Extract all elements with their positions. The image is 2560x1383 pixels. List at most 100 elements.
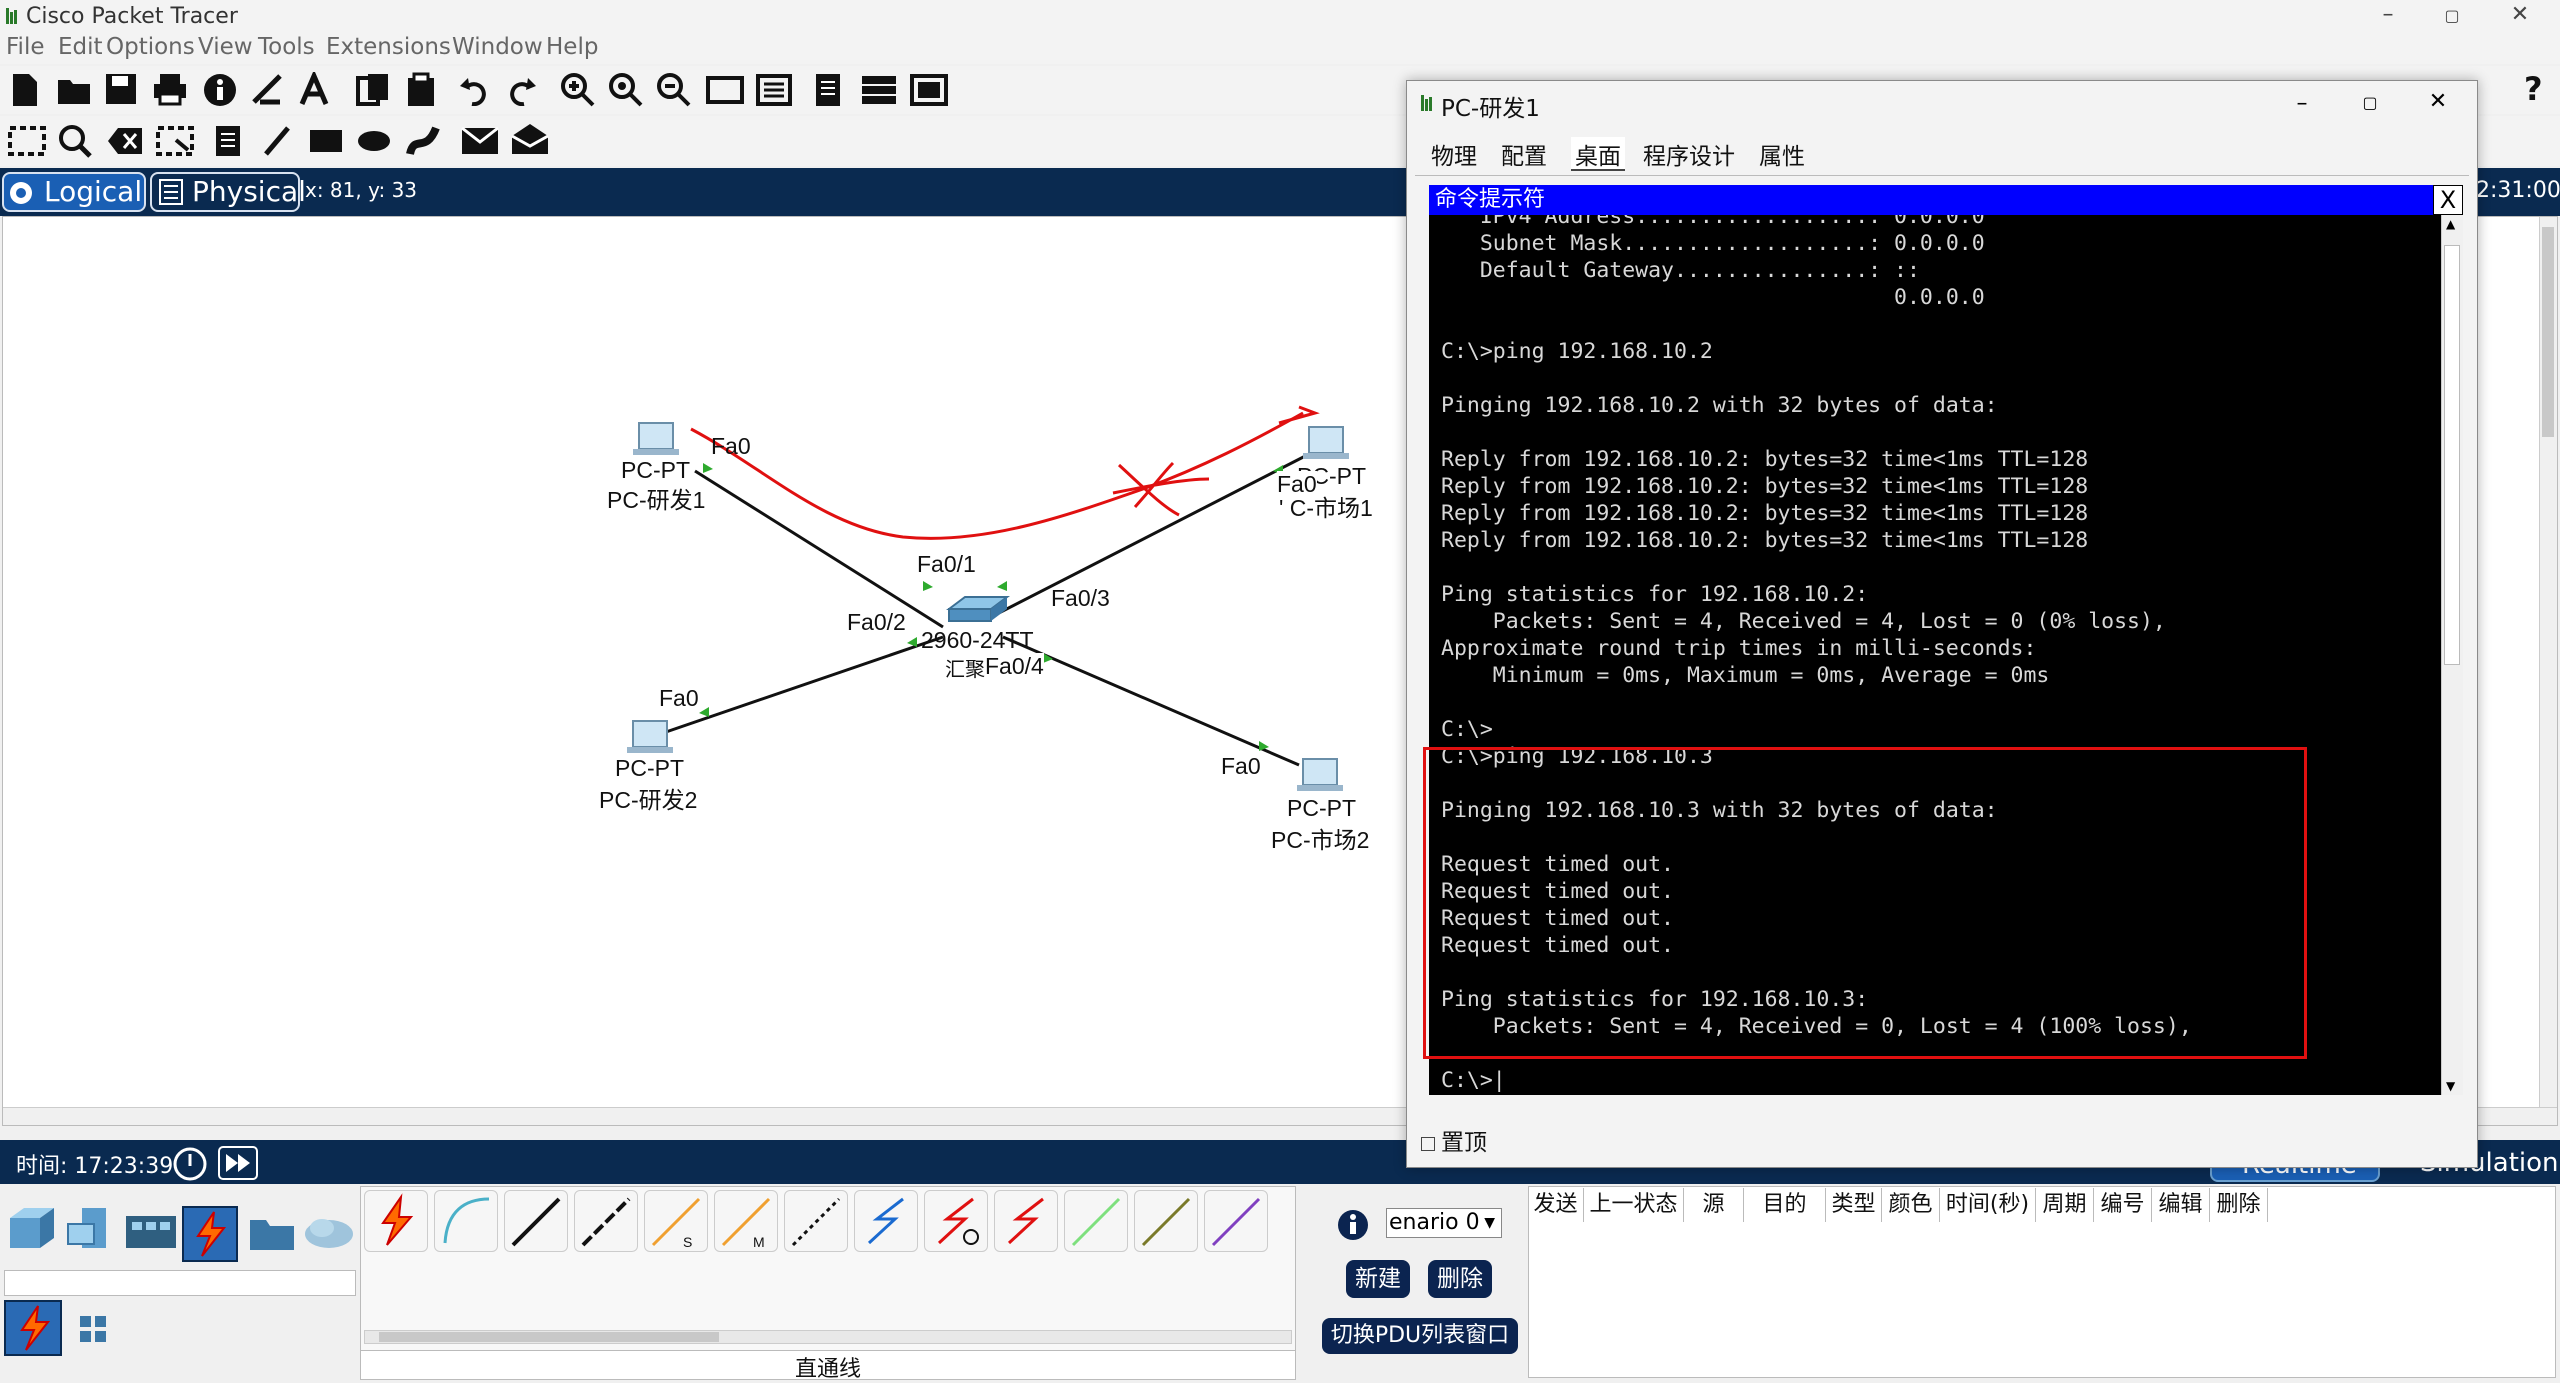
cable-auto[interactable] xyxy=(364,1190,428,1252)
pc-maximize-button[interactable]: ▢ xyxy=(2355,93,2385,112)
always-on-top-checkbox[interactable]: 置顶 xyxy=(1421,1123,1487,1157)
menu-extensions[interactable]: Extensions xyxy=(326,34,451,60)
pdu-col-color: 颜色 xyxy=(1882,1188,1940,1222)
open-folder-icon[interactable] xyxy=(56,74,92,106)
delete-tool-icon[interactable] xyxy=(106,126,144,156)
scroll-down-icon[interactable]: ▼ xyxy=(2446,1079,2455,1093)
cable-coaxial[interactable] xyxy=(854,1190,918,1252)
network-info-icon[interactable] xyxy=(250,72,286,108)
cable-phone[interactable] xyxy=(784,1190,848,1252)
physical-mode-button[interactable]: Physical xyxy=(150,172,306,212)
viewport-icon[interactable] xyxy=(910,74,948,106)
port-label: Fa0/3 xyxy=(1051,585,1110,611)
tab-desktop[interactable]: 桌面 xyxy=(1571,137,1625,171)
cable-scrollbar[interactable] xyxy=(364,1330,1292,1344)
paste-icon[interactable] xyxy=(404,72,438,108)
link-pc2-switch[interactable] xyxy=(662,635,944,735)
info-icon[interactable] xyxy=(202,72,238,108)
pc-icon[interactable] xyxy=(1297,758,1343,791)
pc-icon[interactable] xyxy=(627,720,673,753)
menu-edit[interactable]: Edit xyxy=(58,34,103,60)
redo-icon[interactable] xyxy=(506,74,538,106)
pc-minimize-button[interactable]: – xyxy=(2287,91,2317,116)
cable-serial-dte[interactable] xyxy=(994,1190,1058,1252)
link-switch-pc3[interactable] xyxy=(990,447,1320,619)
custom-device-icon[interactable] xyxy=(756,74,792,106)
complex-pdu-icon[interactable] xyxy=(510,122,550,156)
annotation-highlight-box xyxy=(1423,747,2307,1059)
connections-category[interactable] xyxy=(182,1206,238,1262)
close-button[interactable]: ✕ xyxy=(2500,2,2540,30)
multiuser-icon[interactable] xyxy=(302,1212,356,1252)
cable-straight[interactable] xyxy=(504,1190,568,1252)
new-file-icon[interactable] xyxy=(10,72,40,108)
place-note-icon[interactable] xyxy=(214,124,242,158)
menu-window[interactable]: Window xyxy=(452,34,543,60)
activity-wizard-icon[interactable] xyxy=(298,72,334,108)
tab-physical[interactable]: 物理 xyxy=(1431,137,1477,171)
menu-view[interactable]: View xyxy=(198,34,253,60)
select-tool-icon[interactable] xyxy=(8,126,46,156)
menu-tools[interactable]: Tools xyxy=(258,34,315,60)
power-cycle-icon[interactable] xyxy=(172,1146,208,1182)
scenario-select[interactable]: enario 0 ▼ xyxy=(1386,1208,1502,1238)
draw-rectangle-icon[interactable] xyxy=(308,128,344,154)
delete-scenario-button[interactable]: 删除 xyxy=(1428,1260,1492,1298)
end-devices-icon[interactable] xyxy=(64,1204,116,1256)
grid-icon[interactable] xyxy=(76,1312,110,1346)
components-icon[interactable] xyxy=(124,1212,178,1252)
terminal-scrollbar[interactable]: ▲ ▼ xyxy=(2441,215,2463,1095)
cluster-icon[interactable] xyxy=(860,74,898,106)
zoom-reset-icon[interactable] xyxy=(608,72,644,108)
drawing-palette-icon[interactable] xyxy=(706,76,744,104)
minimize-button[interactable]: – xyxy=(2368,2,2408,30)
copy-icon[interactable] xyxy=(356,72,390,108)
cable-crossover[interactable] xyxy=(574,1190,638,1252)
logical-mode-button[interactable]: Logical xyxy=(2,172,146,212)
cable-octal[interactable] xyxy=(1064,1190,1128,1252)
menu-options[interactable]: Options xyxy=(106,34,195,60)
pc-close-button[interactable]: ✕ xyxy=(2423,89,2453,114)
toggle-pdu-list-button[interactable]: 切换PDU列表窗口 xyxy=(1322,1318,1518,1354)
cable-iot[interactable] xyxy=(1134,1190,1198,1252)
menu-help[interactable]: Help xyxy=(546,34,598,60)
cable-serial-dce[interactable] xyxy=(924,1190,988,1252)
scrollbar-thumb[interactable] xyxy=(2542,227,2554,437)
tab-config[interactable]: 配置 xyxy=(1501,137,1547,171)
fast-forward-icon[interactable] xyxy=(218,1146,258,1180)
menu-file[interactable]: File xyxy=(6,34,45,60)
help-question-icon[interactable]: ? xyxy=(2524,70,2543,108)
resize-tool-icon[interactable] xyxy=(156,126,194,156)
draw-ellipse-icon[interactable] xyxy=(356,128,392,154)
connections-subcategory[interactable] xyxy=(4,1300,62,1356)
zoom-out-icon[interactable] xyxy=(656,72,692,108)
new-scenario-button[interactable]: 新建 xyxy=(1346,1260,1410,1298)
draw-line-icon[interactable] xyxy=(262,124,292,158)
scrollbar-thumb[interactable] xyxy=(379,1332,719,1342)
notes-icon[interactable] xyxy=(814,72,842,108)
misc-icon[interactable] xyxy=(246,1210,298,1254)
zoom-in-icon[interactable] xyxy=(560,72,596,108)
cable-fiber[interactable]: S xyxy=(644,1190,708,1252)
scroll-up-icon[interactable]: ▲ xyxy=(2446,217,2455,231)
vertical-scrollbar[interactable] xyxy=(2539,217,2557,1107)
inspect-tool-icon[interactable] xyxy=(58,124,92,158)
save-icon[interactable] xyxy=(104,72,138,106)
cable-fiber-multimode[interactable]: M xyxy=(714,1190,778,1252)
command-prompt-close-button[interactable]: X xyxy=(2433,185,2463,215)
network-devices-icon[interactable] xyxy=(6,1204,58,1256)
tab-programming[interactable]: 程序设计 xyxy=(1643,137,1735,171)
link-pc1-switch[interactable] xyxy=(694,469,944,629)
switch-icon[interactable] xyxy=(946,596,1010,622)
maximize-button[interactable]: ▢ xyxy=(2432,2,2472,30)
simple-pdu-icon[interactable] xyxy=(460,126,500,156)
undo-icon[interactable] xyxy=(458,74,490,106)
tab-attributes[interactable]: 属性 xyxy=(1759,137,1805,171)
pc-icon[interactable] xyxy=(633,422,679,455)
cable-console[interactable] xyxy=(434,1190,498,1252)
freeform-icon[interactable] xyxy=(406,124,440,158)
print-icon[interactable] xyxy=(152,72,188,106)
pc-icon[interactable] xyxy=(1303,426,1349,459)
scenario-info-icon[interactable] xyxy=(1336,1208,1370,1242)
cable-usb[interactable] xyxy=(1204,1190,1268,1252)
